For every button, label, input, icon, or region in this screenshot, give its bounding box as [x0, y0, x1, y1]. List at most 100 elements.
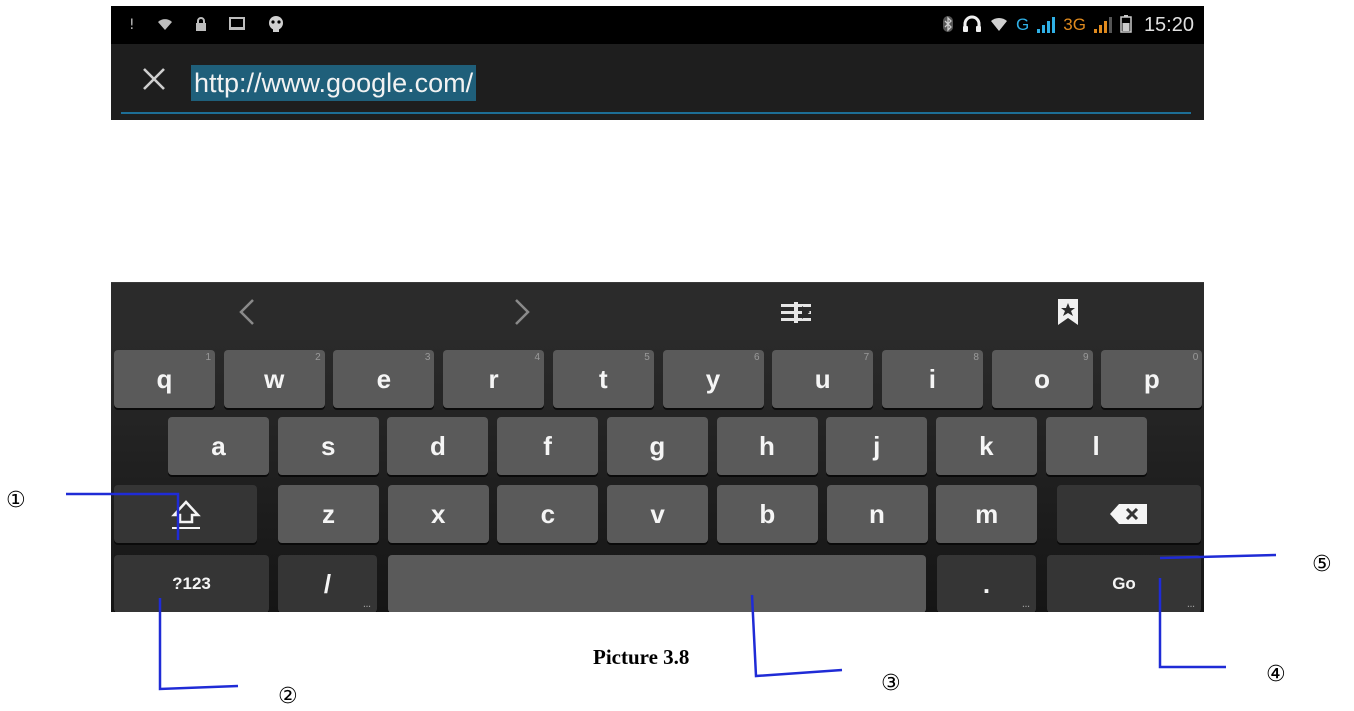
headset-icon — [962, 15, 982, 36]
key-d[interactable]: d — [387, 417, 489, 475]
key-label: y — [705, 363, 721, 394]
backspace-key[interactable] — [1057, 485, 1201, 543]
key-i[interactable]: i8 — [881, 350, 983, 408]
key-label: z — [322, 498, 335, 529]
status-bar: ! G 3G 15:20 — [111, 6, 1204, 44]
shift-icon — [170, 500, 201, 529]
chevron-left-icon[interactable] — [228, 292, 268, 332]
key-label: g — [649, 430, 666, 461]
key-label: i — [928, 363, 936, 394]
space-key[interactable] — [388, 555, 926, 612]
key-hint: 2 — [315, 352, 321, 363]
key-label: c — [540, 498, 556, 529]
bookmark-icon[interactable] — [1048, 292, 1088, 332]
soft-keyboard: q 1 w 2 e 3 r 4 t 5 y 6 u 7 i 8 o 9 p 0 a s d f g h j k l z x c v b n m ?123… — [111, 340, 1204, 612]
key-t[interactable]: t5 — [552, 350, 654, 408]
key-hint: 4 — [534, 352, 541, 363]
key-a[interactable]: a — [168, 417, 269, 475]
key-label: k — [979, 430, 994, 461]
long-press-dots: … — [1022, 600, 1031, 609]
key-label: t — [598, 363, 608, 394]
url-input[interactable]: http://www.google.com/ — [191, 65, 477, 101]
notification-alert-icon: ! — [129, 17, 135, 33]
web-content — [111, 120, 1204, 282]
key-f[interactable]: f — [497, 417, 599, 475]
key-n[interactable]: n — [826, 485, 928, 543]
network-type-g: G — [1016, 15, 1030, 34]
key-label: e — [376, 363, 392, 394]
symbols-key[interactable]: ?123 — [114, 555, 269, 612]
callout-3: ③ — [881, 671, 901, 696]
key-j[interactable]: j — [826, 417, 928, 475]
tabs-icon[interactable] — [776, 292, 816, 332]
key-p[interactable]: p0 — [1101, 350, 1203, 408]
key-label: Go — [1112, 574, 1136, 593]
key-hint: 0 — [1192, 352, 1199, 363]
key-u[interactable]: u7 — [772, 350, 874, 408]
key-hint: 3 — [424, 352, 431, 363]
android-icon — [267, 15, 285, 36]
key-m[interactable]: m — [936, 485, 1038, 543]
key-e[interactable]: e3 — [333, 350, 435, 408]
key-label: v — [650, 498, 665, 529]
figure-caption: Picture 3.8 — [593, 645, 690, 669]
network-type-3g: 3G — [1063, 15, 1086, 34]
key-label: o — [1034, 363, 1051, 394]
key-slash[interactable]: /… — [278, 555, 377, 612]
browser-nav-toolbar — [111, 282, 1204, 341]
key-s[interactable]: s — [277, 417, 379, 475]
key-hint: 7 — [863, 352, 870, 363]
key-label: m — [975, 498, 999, 529]
key-hint: 9 — [1083, 352, 1089, 363]
key-g[interactable]: g — [606, 417, 708, 475]
key-c[interactable]: c — [497, 485, 599, 543]
key-label: b — [759, 498, 776, 529]
key-w[interactable]: w2 — [223, 350, 325, 408]
battery-icon — [1120, 14, 1132, 36]
url-bar: http://www.google.com/ — [111, 44, 1204, 126]
key-v[interactable]: v — [607, 485, 709, 543]
key-k[interactable]: k — [935, 417, 1037, 475]
usb-debug-icon — [228, 16, 245, 34]
key-y[interactable]: y6 — [662, 350, 764, 408]
key-label: u — [814, 363, 831, 394]
key-label: r — [488, 363, 499, 394]
callout-1: ① — [6, 488, 26, 513]
key-hint: 6 — [753, 352, 760, 363]
wifi-icon — [157, 17, 173, 34]
key-label: q — [156, 363, 173, 394]
key-r[interactable]: r4 — [443, 350, 545, 408]
chevron-right-icon[interactable] — [501, 292, 541, 332]
key-label: x — [430, 498, 446, 529]
close-icon[interactable] — [137, 64, 171, 98]
key-label: w — [264, 363, 285, 394]
key-hint: 1 — [205, 352, 211, 363]
wifi-signal-icon — [990, 16, 1008, 35]
key-q[interactable]: q1 — [114, 350, 215, 408]
key-label: l — [1092, 430, 1100, 461]
key-label: j — [873, 430, 881, 461]
key-period[interactable]: .… — [937, 555, 1036, 612]
key-hint: 8 — [973, 352, 979, 363]
long-press-dots: … — [1187, 600, 1196, 609]
key-label: ?123 — [172, 574, 211, 593]
key-label: h — [759, 430, 775, 461]
key-label: / — [323, 568, 332, 599]
key-h[interactable]: h — [716, 417, 818, 475]
key-b[interactable]: b — [716, 485, 818, 543]
key-x[interactable]: x — [387, 485, 489, 543]
long-press-dots: … — [363, 600, 372, 609]
backspace-icon — [1110, 504, 1147, 524]
key-hint: 5 — [644, 352, 650, 363]
clock: 15:20 — [1143, 13, 1194, 36]
shift-key[interactable] — [114, 485, 257, 543]
key-l[interactable]: l — [1045, 417, 1147, 475]
go-key[interactable]: Go … — [1047, 555, 1201, 612]
key-o[interactable]: o9 — [991, 350, 1093, 408]
key-label: a — [211, 430, 226, 461]
key-z[interactable]: z — [278, 485, 379, 543]
key-label: . — [982, 568, 991, 599]
key-label: f — [543, 430, 552, 461]
url-input-underline — [121, 112, 1191, 114]
lock-icon — [195, 16, 207, 34]
